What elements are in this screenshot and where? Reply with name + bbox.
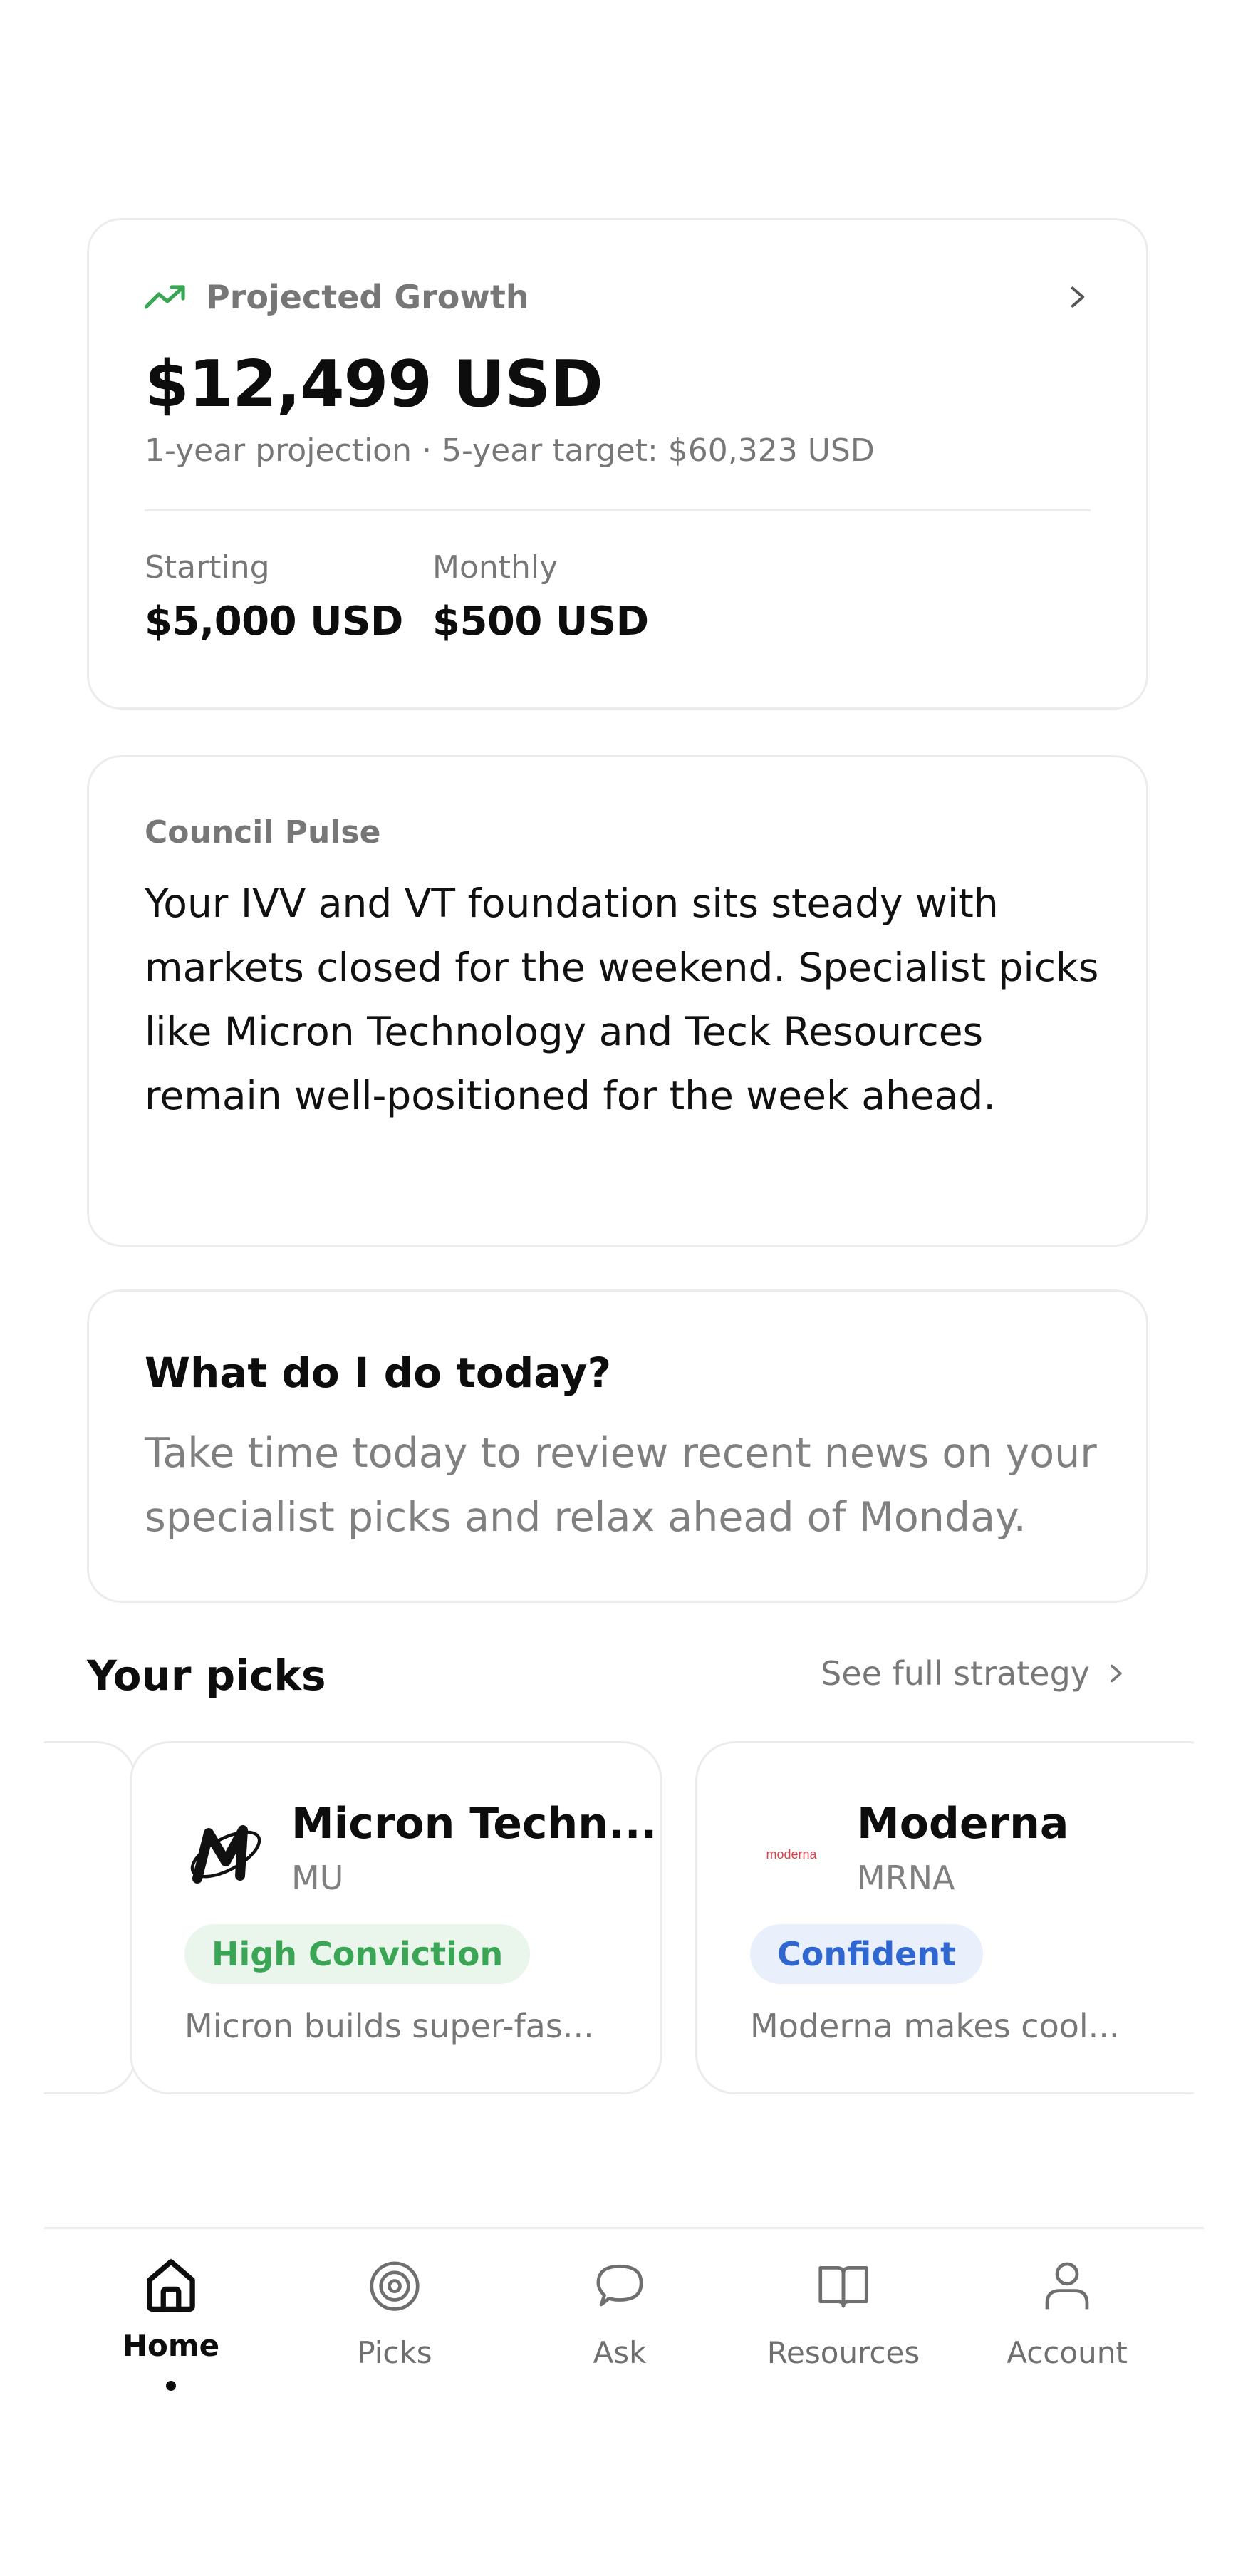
nav-label: Account [1007, 2335, 1128, 2370]
picks-title: Your picks [87, 1651, 326, 1700]
see-full-strategy-label: See full strategy [821, 1654, 1090, 1693]
council-pulse-title: Council Pulse [145, 814, 381, 851]
nav-label: Home [122, 2328, 220, 2363]
pick-description: Micron builds super-fas... [184, 2007, 594, 2045]
bottom-nav-divider [44, 2227, 1204, 2229]
pick-name: Moderna [857, 1799, 1069, 1849]
nav-label: Picks [357, 2335, 432, 2370]
starting-stat: Starting $5,000 USD [145, 549, 403, 645]
chevron-right-icon [1111, 1664, 1122, 1683]
see-full-strategy-link[interactable]: See full strategy [821, 1654, 1127, 1693]
today-text: Take time today to review recent news on… [145, 1430, 1097, 1541]
pick-ticker: MRNA [857, 1859, 955, 1897]
book-icon [818, 2265, 868, 2308]
home-icon [147, 2259, 195, 2312]
today-title: What do I do today? [145, 1349, 612, 1397]
council-pulse-card: Council Pulse Your IVV and VT foundation… [87, 755, 1148, 1247]
today-card: What do I do today? Take time today to r… [87, 1289, 1148, 1603]
picks-carousel[interactable]: Micron Techn... MU High Conviction Micro… [44, 1738, 1194, 2102]
pick-card-partial[interactable] [44, 1741, 137, 2094]
nav-item-account[interactable]: Account [974, 2230, 1160, 2408]
nav-label: Resources [766, 2335, 920, 2370]
trending-up-icon [145, 285, 185, 309]
divider [145, 509, 1091, 511]
target-icon [370, 2261, 420, 2311]
starting-value: $5,000 USD [145, 598, 403, 645]
projection-subtitle: 1-year projection · 5-year target: $60,3… [145, 432, 875, 469]
nav-item-resources[interactable]: Resources [751, 2230, 936, 2408]
conviction-badge: High Conviction [184, 1924, 531, 1984]
starting-label: Starting [145, 549, 270, 586]
moderna-logo: moderna [766, 1847, 817, 1861]
nav-item-picks[interactable]: Picks [302, 2230, 487, 2408]
projected-growth-card[interactable]: Projected Growth $12,499 USD 1-year proj… [87, 218, 1148, 710]
projected-growth-label: Projected Growth [206, 278, 529, 316]
person-icon [1045, 2262, 1089, 2310]
conviction-badge: Confident [750, 1924, 984, 1984]
projected-amount: $12,499 USD [145, 347, 603, 422]
monthly-label: Monthly [432, 549, 558, 586]
pick-ticker: MU [291, 1859, 344, 1897]
pick-card-moderna[interactable]: moderna Moderna MRNA Confident Moderna m… [695, 1741, 1194, 2094]
monthly-value: $500 USD [432, 598, 649, 645]
monthly-stat: Monthly $500 USD [432, 549, 649, 645]
svg-text:moderna: moderna [766, 1847, 817, 1861]
pick-name: Micron Techn... [291, 1799, 657, 1849]
nav-label: Ask [593, 2335, 647, 2370]
micron-logo [190, 1825, 261, 1884]
nav-item-ask[interactable]: Ask [527, 2230, 712, 2408]
chat-bubble-icon [596, 2264, 643, 2307]
nav-item-home[interactable]: Home [78, 2230, 264, 2408]
bottom-nav: Home Picks Ask Resources Account [44, 2230, 1204, 2408]
pick-card-micron[interactable]: Micron Techn... MU High Conviction Micro… [130, 1741, 662, 2094]
active-indicator [166, 2381, 176, 2391]
pick-description: Moderna makes cool... [750, 2007, 1120, 2045]
council-pulse-text: Your IVV and VT foundation sits steady w… [145, 881, 1099, 1118]
projected-growth-header: Projected Growth [145, 276, 1091, 318]
chevron-right-icon[interactable] [1065, 284, 1091, 310]
picks-header: Your picks See full strategy [87, 1651, 1148, 1708]
